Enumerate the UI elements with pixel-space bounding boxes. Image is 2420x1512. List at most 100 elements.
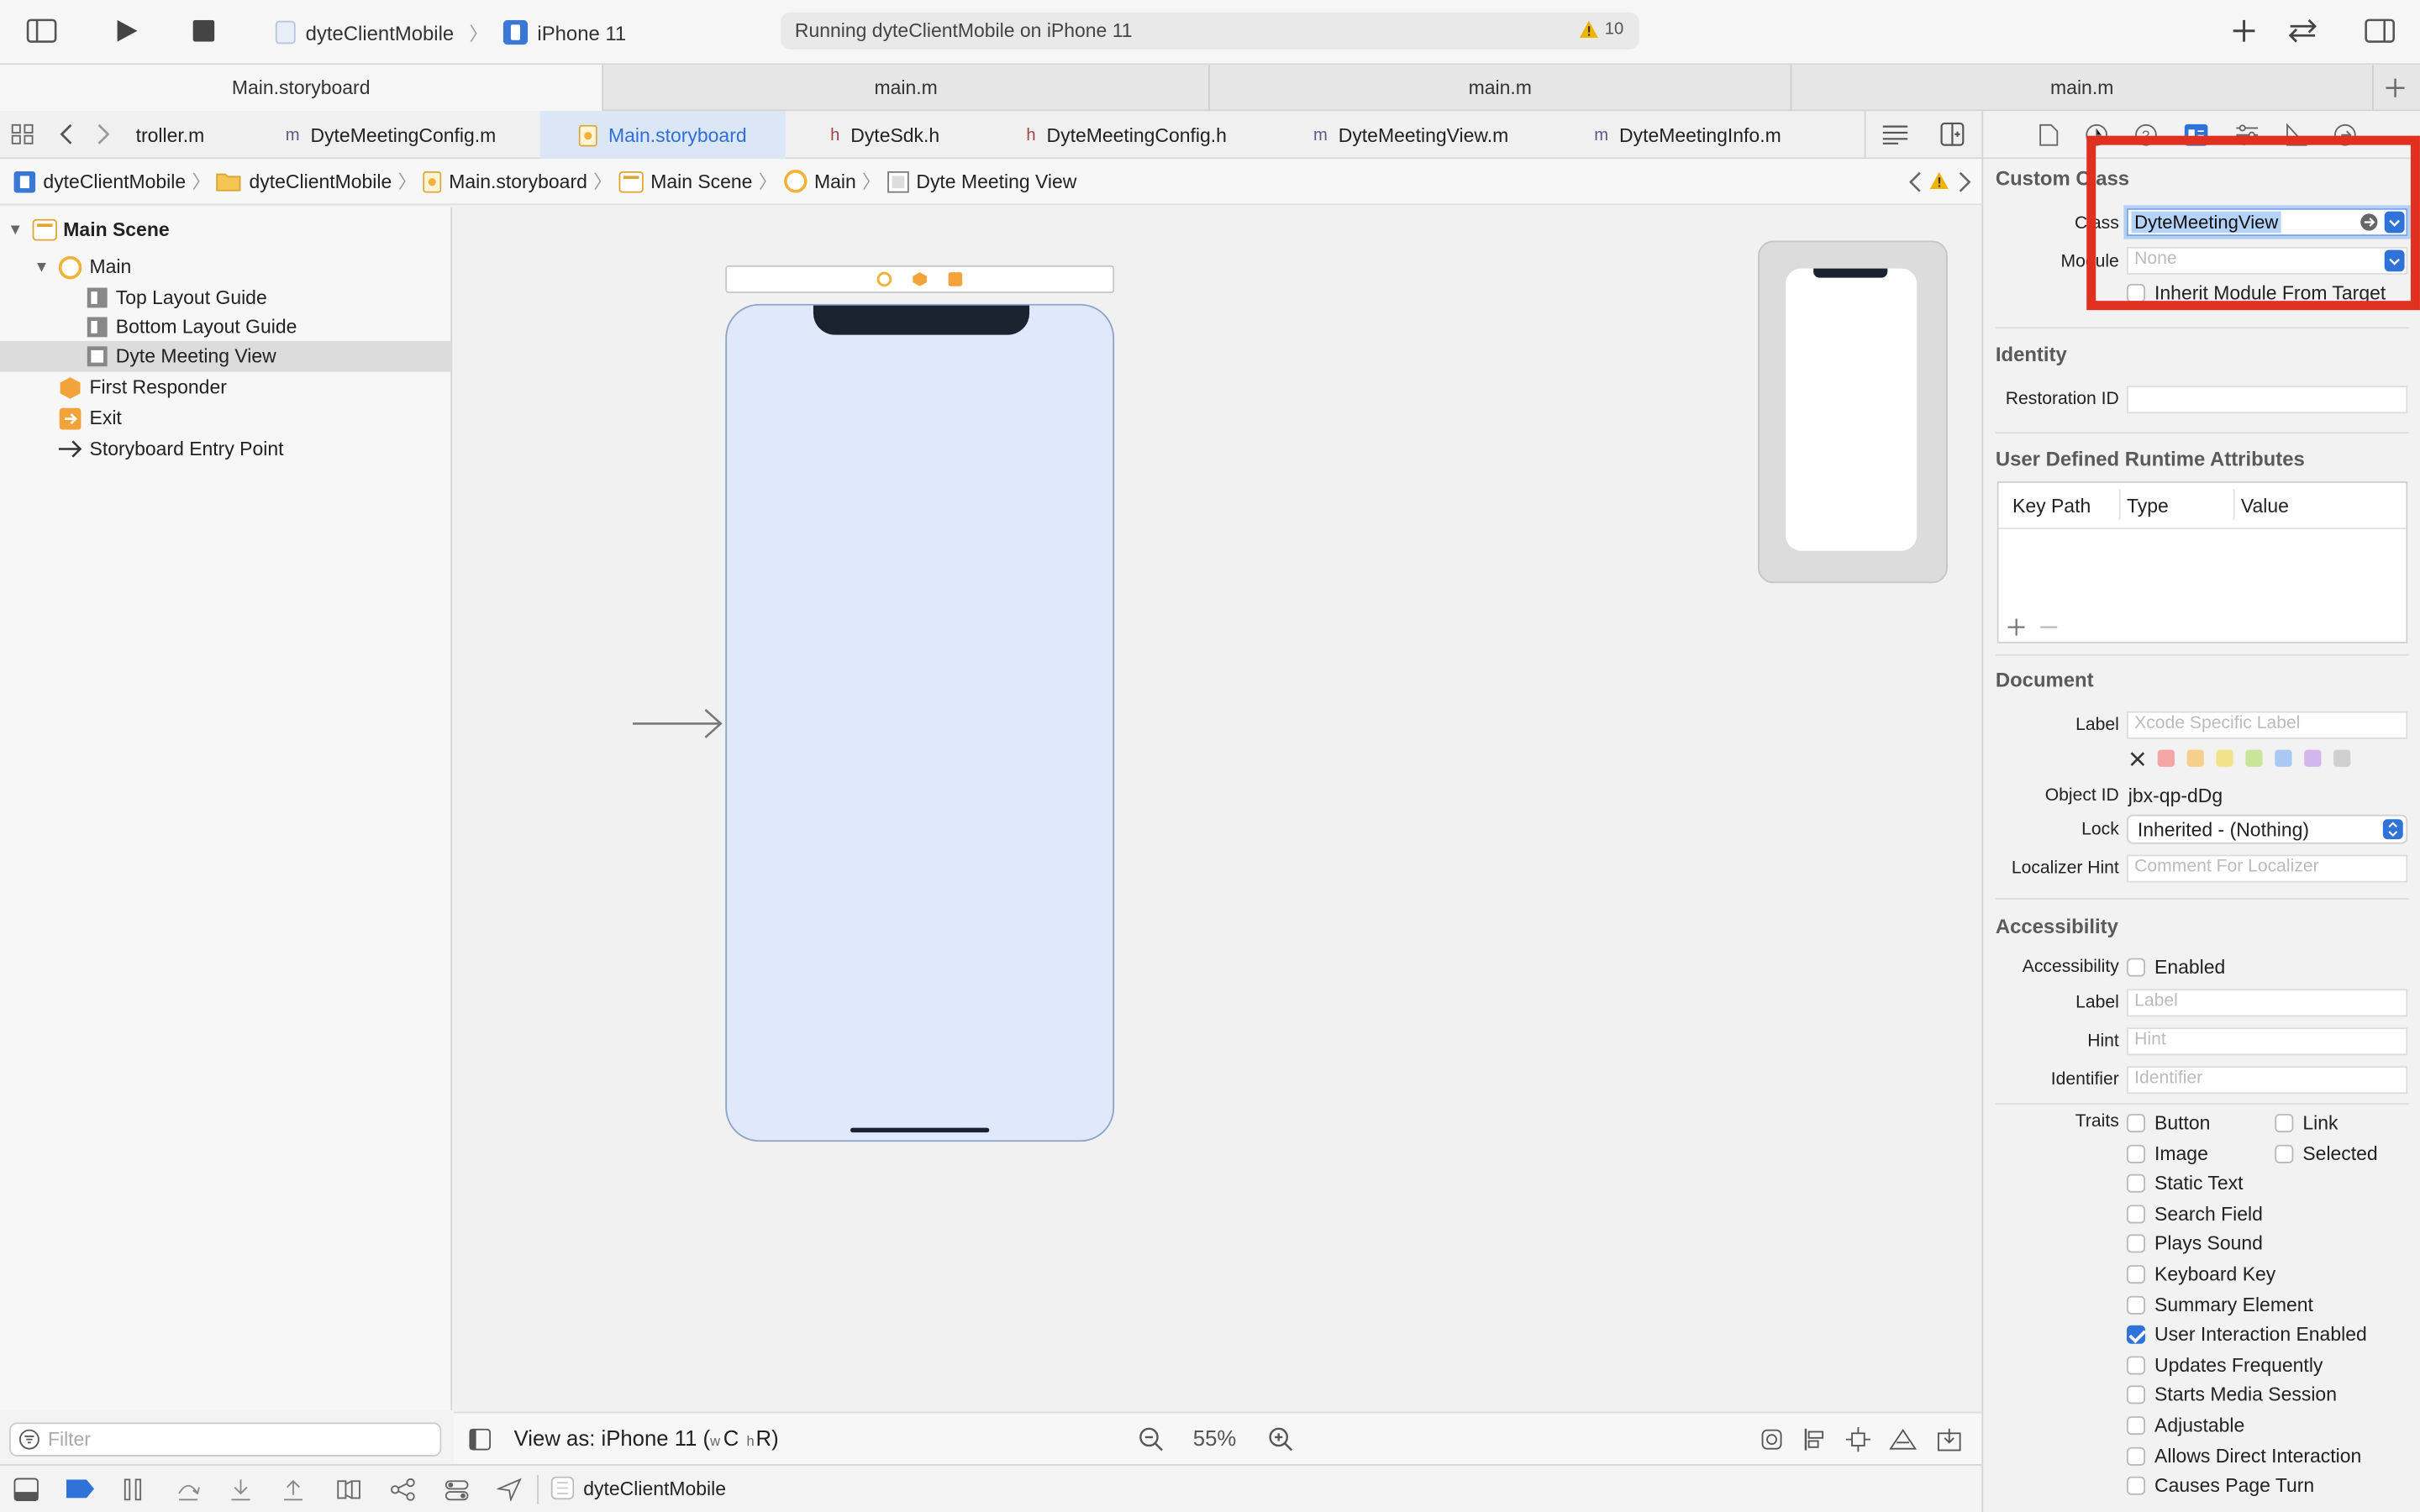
file-inspector-icon[interactable]: [2039, 123, 2059, 146]
color-swatch-purple[interactable]: [2304, 749, 2322, 767]
back-icon[interactable]: [59, 123, 74, 145]
step-out-icon[interactable]: [282, 1478, 304, 1502]
simulate-location-icon[interactable]: [497, 1478, 522, 1502]
color-swatch-orange[interactable]: [2186, 749, 2204, 767]
trait-checkbox[interactable]: User Interaction Enabled: [2126, 1324, 2367, 1346]
outline-item-top-layout-guide[interactable]: Top Layout Guide: [0, 282, 452, 313]
update-frames-icon[interactable]: [1760, 1427, 1784, 1452]
outline-item-storyboard-entry-point[interactable]: Storyboard Entry Point: [0, 433, 452, 465]
previous-issue-icon[interactable]: [1907, 171, 1923, 193]
file-tab[interactable]: troller.m: [136, 111, 205, 159]
breadcrumb-item[interactable]: Main Scene: [618, 171, 752, 192]
editor-options-icon[interactable]: [1881, 123, 1909, 145]
color-swatch-gray[interactable]: [2333, 749, 2351, 767]
checkbox[interactable]: [2275, 1144, 2294, 1163]
canvas-minimap[interactable]: [1758, 240, 1948, 584]
outline-item-main-scene[interactable]: ▼ Main Scene: [0, 214, 452, 245]
trait-checkbox[interactable]: Button: [2126, 1112, 2210, 1134]
add-constraints-icon[interactable]: [1845, 1426, 1871, 1452]
accessibility-hint-field[interactable]: Hint: [2126, 1027, 2408, 1056]
breadcrumb-item[interactable]: dyteClientMobile: [13, 170, 186, 192]
remove-attribute-icon[interactable]: [2040, 619, 2058, 636]
color-swatch-red[interactable]: [2157, 749, 2175, 767]
popup-stepper-icon[interactable]: [2382, 819, 2403, 840]
trait-checkbox[interactable]: Allows Direct Interaction: [2126, 1445, 2361, 1467]
column-type[interactable]: Type: [2127, 496, 2169, 517]
trait-checkbox[interactable]: Search Field: [2126, 1203, 2263, 1225]
debug-view-hierarchy-icon[interactable]: [336, 1478, 360, 1502]
checkbox[interactable]: [2126, 1235, 2146, 1254]
trait-checkbox[interactable]: Selected: [2275, 1142, 2378, 1164]
add-attribute-icon[interactable]: [2007, 618, 2025, 636]
iphone-frame-dyte-meeting-view[interactable]: [725, 303, 1115, 1142]
clear-color-icon[interactable]: [2130, 751, 2145, 766]
editor-tab-main-m[interactable]: main.m: [1210, 65, 1792, 112]
scheme-selector[interactable]: dyteClientMobile 〉 iPhone 11: [275, 15, 626, 49]
checkbox[interactable]: [2126, 1416, 2146, 1436]
checkbox[interactable]: [2126, 1446, 2146, 1466]
trait-checkbox[interactable]: Starts Media Session: [2126, 1384, 2337, 1406]
file-tab[interactable]: m DyteMeetingInfo.m: [1594, 111, 1781, 159]
editor-tab-main-m[interactable]: main.m: [1791, 65, 2374, 112]
checkbox[interactable]: [2126, 1205, 2146, 1224]
first-responder-icon[interactable]: [912, 271, 927, 286]
exit-icon[interactable]: [948, 271, 963, 286]
checkbox[interactable]: [2275, 1114, 2294, 1133]
view-as-device-button[interactable]: View as: iPhone 11 ( w C h R ): [514, 1425, 779, 1450]
memory-graph-icon[interactable]: [391, 1478, 415, 1502]
zoom-out-icon[interactable]: [1139, 1427, 1163, 1452]
align-icon[interactable]: [1802, 1427, 1827, 1452]
checkbox[interactable]: [2126, 1174, 2146, 1194]
inspector-toggle-icon[interactable]: [2365, 18, 2396, 43]
embed-in-icon[interactable]: [1937, 1427, 1961, 1452]
editor-tab-main-m[interactable]: main.m: [603, 65, 1210, 112]
trait-checkbox[interactable]: Keyboard Key: [2126, 1263, 2275, 1285]
environment-overrides-icon[interactable]: [445, 1478, 469, 1502]
checkbox[interactable]: [2126, 1326, 2146, 1345]
checkbox[interactable]: [2126, 1144, 2146, 1163]
color-swatch-blue[interactable]: [2275, 749, 2292, 767]
breadcrumb-item[interactable]: Main: [783, 170, 856, 193]
warning-badge[interactable]: 10: [1578, 20, 1623, 39]
step-into-icon[interactable]: [230, 1478, 252, 1502]
warning-icon[interactable]: [1929, 171, 1949, 190]
storyboard-canvas[interactable]: [453, 207, 1982, 1412]
outline-item-first-responder[interactable]: First Responder: [0, 372, 452, 403]
navigator-toggle-icon[interactable]: [26, 18, 57, 43]
file-tab[interactable]: m DyteMeetingConfig.m: [286, 111, 496, 159]
outline-item-dyte-meeting-view[interactable]: Dyte Meeting View: [0, 340, 453, 372]
next-issue-icon[interactable]: [1957, 171, 1972, 193]
step-over-icon[interactable]: [176, 1478, 200, 1502]
breadcrumb-item[interactable]: Main.storyboard: [423, 171, 587, 192]
hide-debug-area-icon[interactable]: [13, 1478, 39, 1502]
zoom-level[interactable]: 55%: [1193, 1425, 1236, 1450]
resolve-autolayout-icon[interactable]: [1889, 1427, 1918, 1452]
entry-point-arrow-icon[interactable]: [633, 708, 725, 739]
trait-checkbox[interactable]: Updates Frequently: [2126, 1354, 2323, 1376]
trait-checkbox[interactable]: Summary Element: [2126, 1294, 2313, 1315]
pause-icon[interactable]: [124, 1478, 142, 1502]
accessibility-enabled-checkbox[interactable]: Enabled: [2126, 957, 2225, 978]
file-tab[interactable]: h DyteMeetingConfig.h: [1026, 111, 1227, 159]
split-editor-icon[interactable]: [1940, 122, 1965, 146]
run-icon[interactable]: [114, 18, 139, 43]
trait-checkbox[interactable]: Plays Sound: [2126, 1233, 2263, 1255]
document-label-field[interactable]: Xcode Specific Label: [2126, 711, 2408, 739]
related-items-icon[interactable]: [11, 123, 35, 145]
column-key-path[interactable]: Key Path: [2012, 496, 2091, 517]
process-selector[interactable]: dyteClientMobile: [550, 1476, 726, 1500]
accessibility-label-field[interactable]: Label: [2126, 989, 2408, 1017]
trait-checkbox[interactable]: Image: [2126, 1142, 2208, 1164]
runtime-attributes-table[interactable]: Key Path Type Value: [1996, 481, 2408, 643]
editor-tab-main-storyboard[interactable]: Main.storyboard: [0, 65, 604, 112]
localizer-hint-field[interactable]: Comment For Localizer: [2126, 854, 2408, 883]
outline-item-exit[interactable]: Exit: [0, 402, 452, 433]
restoration-id-field[interactable]: [2126, 386, 2408, 414]
zoom-in-icon[interactable]: [1269, 1427, 1293, 1452]
trait-checkbox[interactable]: Link: [2275, 1112, 2338, 1134]
stop-icon[interactable]: [192, 19, 215, 42]
new-tab-icon[interactable]: [2385, 77, 2407, 99]
accessibility-identifier-field[interactable]: Identifier: [2126, 1066, 2408, 1095]
file-tab[interactable]: h DyteSdk.h: [830, 111, 939, 159]
checkbox[interactable]: [2126, 1295, 2146, 1315]
